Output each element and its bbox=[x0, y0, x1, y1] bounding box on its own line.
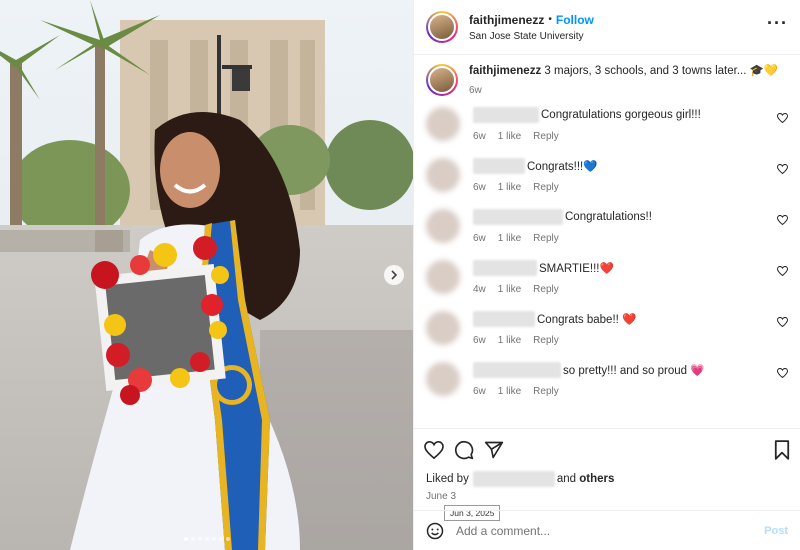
comment-item: Congratulations!! 6w 1 like Reply bbox=[426, 204, 788, 255]
carousel-dot bbox=[183, 537, 188, 541]
next-slide-button[interactable] bbox=[384, 265, 404, 285]
caption-text: 3 majors, 3 schools, and 3 towns later..… bbox=[544, 65, 779, 77]
comment-text: Congratulations!! bbox=[565, 211, 652, 223]
location-link[interactable]: San Jose State University bbox=[469, 31, 594, 42]
save-bookmark-icon[interactable] bbox=[774, 440, 790, 460]
carousel-dot bbox=[190, 537, 195, 541]
comment-text: Congrats babe!! ❤️ bbox=[537, 314, 637, 326]
avatar[interactable] bbox=[426, 107, 460, 141]
post-header: faithjimenezz • Follow San Jose State Un… bbox=[414, 0, 800, 55]
separator-dot: • bbox=[548, 14, 552, 25]
carousel-dot bbox=[197, 537, 202, 541]
blurred-username[interactable] bbox=[473, 209, 563, 225]
heart-icon[interactable] bbox=[777, 368, 788, 378]
chevron-right-icon bbox=[391, 270, 398, 280]
post-comment-button[interactable]: Post bbox=[764, 525, 788, 537]
comment-likes[interactable]: 1 like bbox=[498, 182, 521, 193]
comment-input[interactable]: Add a comment... bbox=[456, 524, 764, 538]
heart-icon[interactable] bbox=[777, 215, 788, 225]
avatar[interactable] bbox=[426, 158, 460, 192]
comments-list[interactable]: faithjimenezz 3 majors, 3 schools, and 3… bbox=[414, 55, 800, 428]
avatar[interactable] bbox=[426, 362, 460, 396]
carousel-dot bbox=[218, 537, 223, 541]
avatar[interactable] bbox=[426, 260, 460, 294]
comment-likes[interactable]: 1 like bbox=[498, 284, 521, 295]
reply-button[interactable]: Reply bbox=[533, 131, 559, 142]
others-link[interactable]: others bbox=[579, 473, 614, 485]
emoji-icon[interactable] bbox=[426, 522, 444, 540]
avatar[interactable] bbox=[426, 11, 458, 43]
carousel-dots bbox=[0, 537, 413, 541]
comment-text: Congrats!!!💙 bbox=[527, 161, 598, 173]
comment-item: Congrats babe!! ❤️ 6w 1 like Reply bbox=[426, 306, 788, 357]
caption-time[interactable]: 6w bbox=[469, 85, 778, 96]
carousel-dot bbox=[211, 537, 216, 541]
post-sidebar: faithjimenezz • Follow San Jose State Un… bbox=[413, 0, 800, 550]
heart-icon[interactable] bbox=[777, 266, 788, 276]
blurred-username[interactable] bbox=[473, 158, 525, 174]
comment-likes[interactable]: 1 like bbox=[498, 131, 521, 142]
add-comment-bar: Add a comment... Post bbox=[414, 510, 800, 550]
likes-summary: Liked by and others bbox=[426, 471, 790, 487]
reply-button[interactable]: Reply bbox=[533, 182, 559, 193]
like-heart-icon[interactable] bbox=[424, 441, 444, 459]
comment-text: SMARTIE!!!❤️ bbox=[539, 263, 614, 275]
carousel-dot bbox=[204, 537, 209, 541]
heart-icon[interactable] bbox=[777, 164, 788, 174]
reply-button[interactable]: Reply bbox=[533, 284, 559, 295]
more-options-icon[interactable]: ··· bbox=[767, 13, 788, 42]
avatar[interactable] bbox=[426, 209, 460, 243]
reply-button[interactable]: Reply bbox=[533, 386, 559, 397]
liked-and-label: and bbox=[556, 473, 577, 485]
comment-time[interactable]: 6w bbox=[473, 131, 486, 142]
avatar[interactable] bbox=[426, 311, 460, 345]
comment-text: so pretty!!! and so proud 💗 bbox=[563, 365, 705, 377]
post-caption: faithjimenezz 3 majors, 3 schools, and 3… bbox=[426, 55, 788, 102]
post-actions: Liked by and others June 3 Jun 3, 2025 bbox=[414, 428, 800, 521]
comment-item: Congratulations gorgeous girl!!! 6w 1 lik… bbox=[426, 102, 788, 153]
comment-likes[interactable]: 1 like bbox=[498, 386, 521, 397]
blurred-username[interactable] bbox=[473, 260, 537, 276]
heart-icon[interactable] bbox=[777, 317, 788, 327]
comment-item: so pretty!!! and so proud 💗 6w 1 like Repl… bbox=[426, 357, 788, 408]
comment-item: Congrats!!!💙 6w 1 like Reply bbox=[426, 153, 788, 204]
comment-time[interactable]: 6w bbox=[473, 233, 486, 244]
post-image bbox=[0, 0, 413, 550]
reply-button[interactable]: Reply bbox=[533, 335, 559, 346]
username-link[interactable]: faithjimenezz bbox=[469, 13, 544, 27]
blurred-username[interactable] bbox=[472, 471, 555, 487]
reply-button[interactable]: Reply bbox=[533, 233, 559, 244]
comment-item: SMARTIE!!!❤️ 4w 1 like Reply bbox=[426, 255, 788, 306]
blurred-username[interactable] bbox=[473, 107, 539, 123]
comment-time[interactable]: 6w bbox=[473, 182, 486, 193]
follow-button[interactable]: Follow bbox=[556, 13, 594, 27]
comment-time[interactable]: 4w bbox=[473, 284, 486, 295]
comment-text: Congratulations gorgeous girl!!! bbox=[541, 109, 701, 121]
carousel-dot bbox=[225, 537, 230, 541]
comment-bubble-icon[interactable] bbox=[454, 440, 474, 460]
blurred-username[interactable] bbox=[473, 362, 561, 378]
comment-time[interactable]: 6w bbox=[473, 386, 486, 397]
comment-likes[interactable]: 1 like bbox=[498, 335, 521, 346]
blurred-username[interactable] bbox=[473, 311, 535, 327]
comment-likes[interactable]: 1 like bbox=[498, 233, 521, 244]
comment-time[interactable]: 6w bbox=[473, 335, 486, 346]
caption-username[interactable]: faithjimenezz bbox=[469, 65, 541, 77]
post-date[interactable]: June 3 bbox=[426, 491, 790, 502]
liked-by-label: Liked by bbox=[426, 473, 469, 485]
heart-icon[interactable] bbox=[777, 113, 788, 123]
graduation-photo bbox=[0, 0, 413, 550]
avatar[interactable] bbox=[426, 64, 458, 96]
share-send-icon[interactable] bbox=[484, 440, 504, 460]
